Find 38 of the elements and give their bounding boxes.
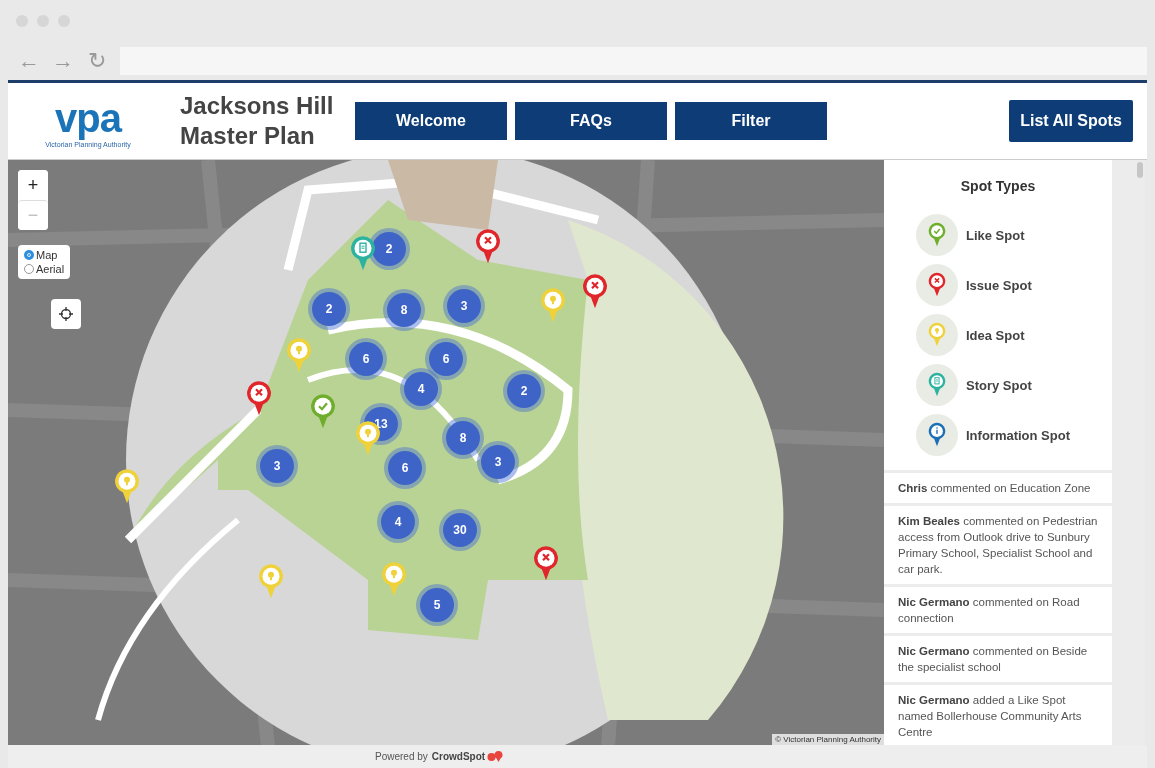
map-pin-icon[interactable] — [475, 228, 501, 265]
scrollbar-thumb[interactable] — [1137, 162, 1143, 178]
layer-radio[interactable]: Aerial — [24, 263, 65, 275]
map-pin-icon[interactable] — [350, 235, 376, 272]
nav-button[interactable]: Welcome — [355, 102, 507, 140]
locate-button[interactable] — [51, 299, 81, 329]
spot-type-icon — [916, 314, 958, 356]
crowdspot-brand: CrowdSpot — [431, 751, 486, 762]
logo-mark: vpa — [54, 94, 123, 141]
activity-item[interactable]: Nic Germano commented on Beside the specialist school — [884, 636, 1112, 682]
map-pin-icon[interactable] — [114, 468, 140, 505]
spot-types-heading: Spot Types — [960, 178, 1036, 194]
spot-type-label: Story Spot — [966, 377, 1032, 393]
nav-button[interactable]: FAQs — [515, 102, 667, 140]
activity-item[interactable]: Kim Beales commented on Pedestrian access from Outlook drive to Sunbury Primary School, Specialist School and car park. — [884, 506, 1112, 584]
crosshair-icon — [59, 307, 73, 321]
spot-type-label: Information Spot — [966, 427, 1070, 443]
spot-type-icon — [916, 264, 958, 306]
map-pin-icon[interactable] — [310, 393, 336, 430]
spot-type-icon — [916, 414, 958, 456]
spot-type-label: Like Spot — [966, 227, 1025, 243]
activity-item[interactable]: Nic Germano added a Like Spot named Bollerhouse Community Arts Centre — [884, 685, 1112, 745]
brand-pin-icon — [487, 751, 504, 762]
list-all-spots-button[interactable]: List All Spots — [1009, 100, 1133, 142]
spot-type-label: Issue Spot — [966, 277, 1032, 293]
spot-type-icon — [916, 364, 958, 406]
page-title: Jacksons Hill Master Plan — [180, 91, 335, 151]
layer-radio[interactable]: Map — [24, 249, 65, 261]
map-pin-icon[interactable] — [246, 380, 272, 417]
map-pin-icon[interactable] — [582, 273, 608, 310]
map-attribution: © Victorian Planning Authority — [772, 734, 884, 745]
spot-type-icon — [916, 214, 958, 256]
activity-item[interactable]: Chris commented on Education Zone — [884, 473, 1112, 503]
nav-button[interactable]: Filter — [675, 102, 827, 140]
powered-by-text: Powered by — [375, 751, 428, 762]
spot-type-label: Idea Spot — [966, 327, 1025, 343]
activity-item[interactable]: Nic Germano commented on Road connection — [884, 587, 1112, 633]
map-pin-icon[interactable] — [533, 545, 559, 582]
